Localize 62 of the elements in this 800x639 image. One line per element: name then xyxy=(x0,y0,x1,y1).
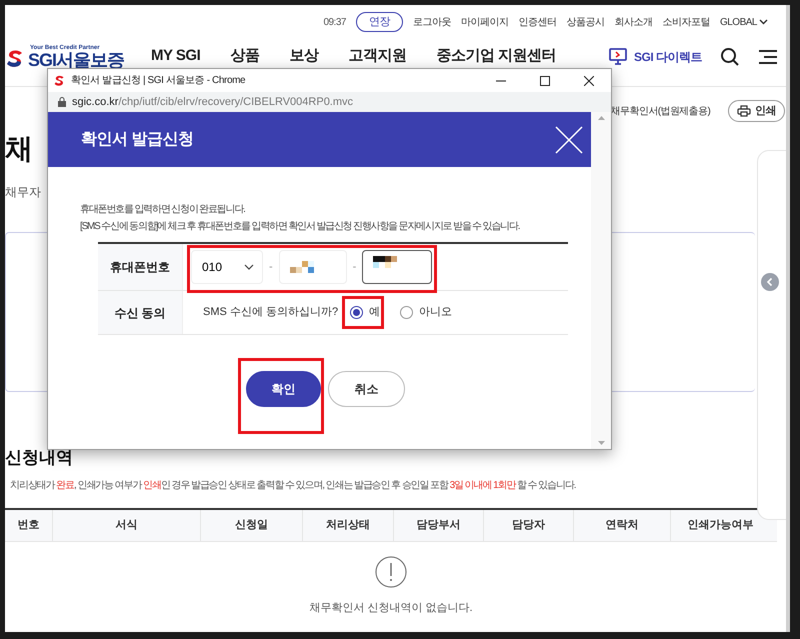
field-label: 수신 동의 xyxy=(114,304,166,322)
consent-question: SMS 수신에 동의하십니까? xyxy=(203,305,338,320)
top-link[interactable]: 로그아웃 xyxy=(412,14,451,30)
column-header: 담당부서 xyxy=(416,518,460,534)
carousel-prev-icon[interactable] xyxy=(761,273,779,291)
page-title: 채 xyxy=(5,135,33,163)
menu-icon[interactable] xyxy=(758,48,778,64)
search-icon[interactable] xyxy=(720,46,740,66)
phone-last-field[interactable] xyxy=(362,250,432,284)
logo-text[interactable]: SGI서울보증 xyxy=(28,50,124,68)
column-header: 담당자 xyxy=(512,518,545,534)
top-link[interactable]: 소비자포털 xyxy=(662,14,710,30)
top-link[interactable]: 상품공시 xyxy=(566,14,604,30)
nav-link[interactable]: 보상 xyxy=(289,45,318,68)
url-text: sgic.co.kr/chp/iutf/cib/elrv/recovery/CIBELRV004RP0.mvc xyxy=(72,94,354,110)
site-icon xyxy=(54,74,66,86)
column-header: 번호 xyxy=(18,518,40,534)
column-header: 처리상태 xyxy=(326,518,370,534)
chevron-down-icon xyxy=(244,264,254,270)
nav-link[interactable]: 중소기업 지원센터 xyxy=(436,45,556,68)
direct-link[interactable]: SGI 다이렉트 xyxy=(608,48,702,66)
breadcrumb-link[interactable]: 채무확인서(법원제출용) xyxy=(610,104,710,118)
printer-icon xyxy=(737,105,752,117)
separator-text: - xyxy=(269,260,273,275)
radio-option[interactable]: 아니오 xyxy=(400,304,452,321)
top-link[interactable]: 마이페이지 xyxy=(460,14,508,30)
language-selector[interactable]: GLOBAL xyxy=(720,14,768,30)
top-link[interactable]: 인증센터 xyxy=(518,14,556,30)
close-icon[interactable] xyxy=(555,126,583,154)
empty-message: 채무확인서 신청내역이 없습니다. xyxy=(309,601,473,616)
column-header: 연락처 xyxy=(606,518,638,534)
warning-icon xyxy=(375,556,407,588)
window-title: 확인서 발급신청 | SGI 서울보증 - Chrome xyxy=(71,74,246,88)
column-header: 인쇄가능여부 xyxy=(688,518,754,534)
field-label: 휴대폰번호 xyxy=(110,259,170,276)
nav-link[interactable]: 고객지원 xyxy=(348,45,406,68)
confirm-button[interactable]: 확인 xyxy=(246,371,321,407)
section-title: 신청내역 xyxy=(5,447,73,470)
page-subtitle: 채무자 xyxy=(5,185,41,199)
nav-link[interactable]: MY SGI xyxy=(151,45,200,68)
info-note: 휴대폰번호를 입력하면 신청이 완료됩니다. xyxy=(80,202,245,216)
separator-text: - xyxy=(352,260,356,275)
column-header: 신청일 xyxy=(235,518,268,534)
column-header: 서식 xyxy=(116,518,138,534)
history-note: 치리상태가 완료, 인쇄가능 여부가 인쇄인 경우 발급승인 상태로 출력할 수 있으며, 인쇄는 발급승인 후 승인일 포함 3일 이내에 1회만 할 수 있습니다. xyxy=(10,478,576,492)
chevron-down-icon xyxy=(759,19,768,25)
radio-button[interactable] xyxy=(350,306,364,319)
print-button[interactable]: 인쇄 xyxy=(728,100,785,122)
area-code-select[interactable]: 010 xyxy=(191,250,263,284)
popup-title: 확인서 발급신청 xyxy=(81,130,194,150)
top-link[interactable]: 회사소개 xyxy=(614,14,652,30)
extend-button[interactable]: 연장 xyxy=(356,12,403,32)
clock-time: 09:37 xyxy=(323,16,346,30)
info-note: [SMS 수신에 동의함]에 체크 후 휴대폰번호를 입력하면 확인서 발급신청 진행사항을 문자메시지로 받을 수 있습니다. xyxy=(80,220,520,234)
lock-icon xyxy=(58,97,66,107)
radio-button[interactable] xyxy=(400,306,414,319)
language-label: GLOBAL xyxy=(720,16,757,30)
nav-link[interactable]: 상품 xyxy=(230,45,260,68)
phone-middle-field[interactable] xyxy=(278,250,347,284)
monitor-icon xyxy=(608,48,628,66)
cancel-button[interactable]: 취소 xyxy=(328,371,405,407)
radio-option[interactable]: 예 xyxy=(350,304,380,321)
